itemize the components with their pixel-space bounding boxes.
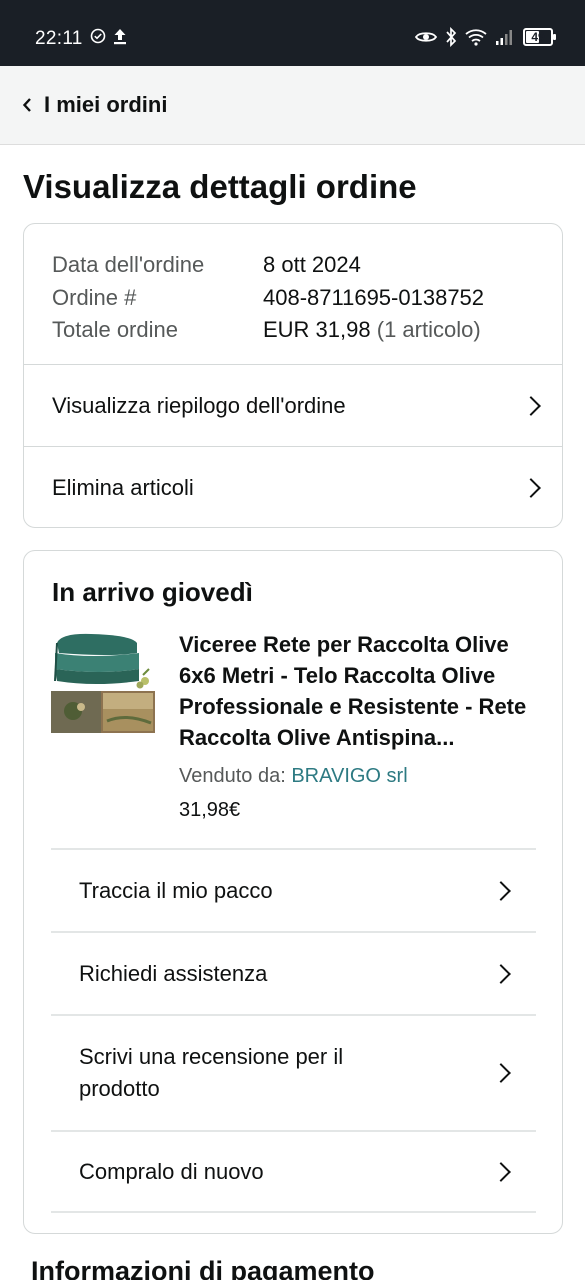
shipment-card: In arrivo giovedì Viceree Rete per Racco… [23,550,563,1234]
chevron-right-icon [491,1063,511,1083]
order-total-row: Totale ordine EUR 31,98 (1 articolo) [52,314,534,347]
order-summary-card: Data dell'ordine 8 ott 2024 Ordine # 408… [23,223,563,528]
delete-items-link[interactable]: Elimina articoli [24,446,562,528]
shipment-actions: Traccia il mio pacco Richiedi assistenza… [51,848,536,1213]
order-total-value: EUR 31,98 [263,317,371,342]
status-bar: 22:11 49 [0,0,585,66]
product-price: 31,98€ [179,799,241,821]
delete-items-label: Elimina articoli [52,474,194,500]
chevron-right-icon [521,477,541,498]
battery-level: 49 [531,30,545,44]
order-info: Data dell'ordine 8 ott 2024 Ordine # 408… [24,224,562,364]
order-item-count: (1 articolo) [376,317,481,342]
payment-info-heading: Informazioni di pagamento [31,1256,375,1280]
delivery-status: In arrivo giovedì [52,577,253,607]
order-number-value: 408-8711695-0138752 [263,284,485,310]
eye-icon [415,32,437,42]
buy-again-label: Compralo di nuovo [79,1158,264,1184]
page-title: Visualizza dettagli ordine [23,168,417,205]
view-order-summary-link[interactable]: Visualizza riepilogo dell'ordine [24,364,562,446]
order-date-value: 8 ott 2024 [263,252,361,277]
view-order-summary-label: Visualizza riepilogo dell'ordine [52,392,346,418]
product-image[interactable] [51,631,155,733]
request-help-button[interactable]: Richiedi assistenza [51,931,536,1014]
signal-icon [496,30,512,45]
battery-icon: 49 [523,28,556,46]
order-number-row: Ordine # 408-8711695-0138752 [52,282,534,315]
request-help-label: Richiedi assistenza [79,960,268,986]
seller-line: Venduto da: BRAVIGO srl [179,765,408,788]
track-package-button[interactable]: Traccia il mio pacco [51,848,536,931]
write-review-button[interactable]: Scrivi una recensione per il prodotto [51,1014,536,1130]
chevron-right-icon [491,963,511,984]
sold-by-label: Venduto da: [179,765,286,787]
back-label: I miei ordini [44,92,168,117]
order-date-row: Data dell'ordine 8 ott 2024 [52,249,534,282]
chevron-right-icon [491,880,511,901]
chevron-right-icon [521,395,541,416]
chevron-left-icon [22,98,31,112]
wifi-icon [465,29,487,46]
product-title-link[interactable]: Viceree Rete per Raccolta Olive 6x6 Metr… [179,629,541,753]
upload-icon [114,29,126,45]
buy-again-button[interactable]: Compralo di nuovo [51,1130,536,1213]
seller-link[interactable]: BRAVIGO srl [291,765,407,787]
write-review-label: Scrivi una recensione per il prodotto [79,1044,344,1101]
clock: 22:11 [35,28,83,49]
chevron-right-icon [491,1161,511,1182]
order-total-label: Totale ordine [52,317,178,342]
order-number-label: Ordine # [52,284,137,310]
order-total-value-wrap: EUR 31,98 (1 articolo) [263,314,481,347]
track-package-label: Traccia il mio pacco [79,877,273,903]
check-circle-icon [90,28,106,44]
nav-header: I miei ordini [0,66,585,145]
order-date-label: Data dell'ordine [52,252,205,277]
back-button[interactable]: I miei ordini [22,92,167,118]
bluetooth-icon [446,27,457,47]
